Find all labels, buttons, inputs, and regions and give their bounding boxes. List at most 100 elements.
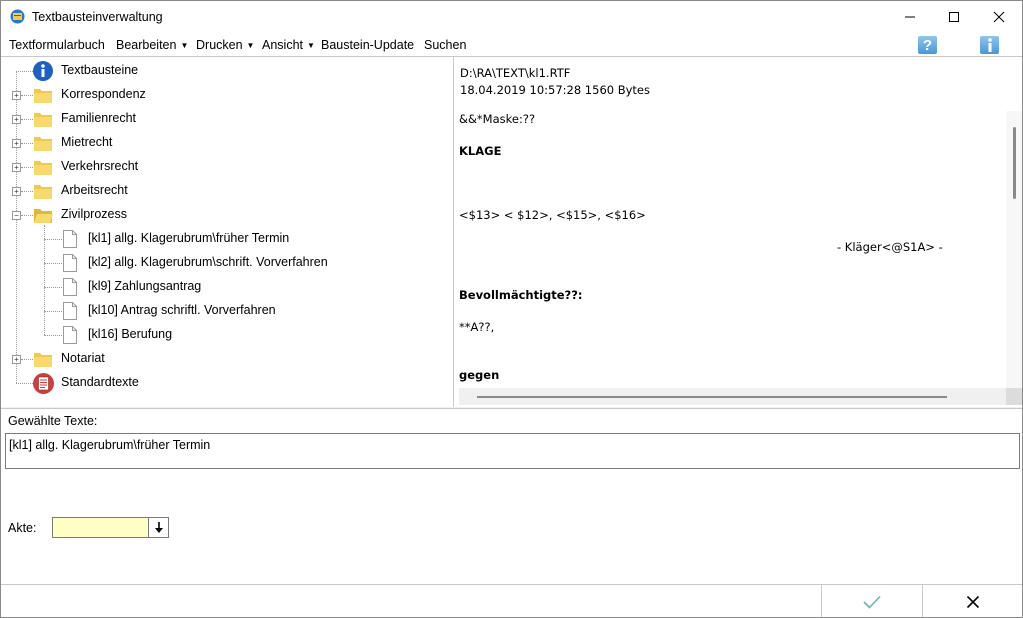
info-icon xyxy=(33,61,53,81)
akte-label: Akte: xyxy=(8,521,37,535)
menu-bar: Textformularbuch Bearbeiten ▼ Drucken ▼ An… xyxy=(1,33,1022,57)
tree-item-label: [kl10] Antrag schriftl. Vorverfahren xyxy=(88,303,276,317)
tree-connector xyxy=(21,143,33,144)
open-folder-icon xyxy=(34,209,53,223)
akte-input[interactable] xyxy=(52,517,149,538)
tree-item-mietrecht[interactable]: + Mietrecht xyxy=(1,132,453,154)
tree-item-kl10[interactable]: [kl10] Antrag schriftl. Vorverfahren xyxy=(1,300,453,322)
document-icon xyxy=(63,278,77,296)
preview-vertical-scroll-thumb[interactable] xyxy=(1013,127,1016,199)
tree-item-kl9[interactable]: [kl9] Zahlungsantrag xyxy=(1,276,453,298)
menu-baustein-update[interactable]: Baustein-Update xyxy=(321,38,414,52)
ok-button[interactable] xyxy=(821,585,922,617)
info-icon[interactable] xyxy=(980,36,999,54)
tree-connector xyxy=(21,359,33,360)
tree-connector xyxy=(44,311,62,312)
preview-horizontal-scroll-thumb[interactable] xyxy=(477,396,947,398)
preview-horizontal-scrollbar[interactable] xyxy=(459,388,1006,405)
document-icon xyxy=(63,326,77,344)
tree-item-label: Familienrecht xyxy=(61,111,137,125)
close-window-button[interactable] xyxy=(976,1,1022,33)
expand-icon[interactable]: + xyxy=(12,355,21,364)
folder-icon xyxy=(34,353,52,367)
dropdown-arrow-icon: ▼ xyxy=(246,41,255,50)
menu-suchen[interactable]: Suchen xyxy=(424,38,466,52)
selected-text-item[interactable]: [kl1] allg. Klagerubrum\früher Termin xyxy=(9,438,210,452)
minimize-icon xyxy=(905,16,915,18)
expand-icon[interactable]: + xyxy=(12,187,21,196)
app-window: Textbausteinverwaltung Textformularbuch … xyxy=(0,0,1023,618)
preview-line: gegen xyxy=(459,368,500,382)
tree-item-label: [kl9] Zahlungsantrag xyxy=(88,279,202,293)
folder-icon xyxy=(34,185,52,199)
tree-connector xyxy=(21,95,33,96)
tree-connector xyxy=(21,191,33,192)
tree-connector xyxy=(21,119,33,120)
arrow-down-icon xyxy=(154,522,163,533)
tree-item-label: [kl1] allg. Klagerubrum\früher Termin xyxy=(88,231,290,245)
tree-item-label: Textbausteine xyxy=(61,63,139,77)
maximize-button[interactable] xyxy=(931,1,977,33)
help-icon[interactable]: ? xyxy=(918,36,937,54)
selected-texts-box[interactable]: [kl1] allg. Klagerubrum\früher Termin xyxy=(5,433,1020,469)
tree-item-label: Standardtexte xyxy=(61,375,139,389)
selection-panel: Gewählte Texte: [kl1] allg. Klagerubrum\… xyxy=(1,408,1022,585)
close-icon xyxy=(966,595,980,608)
expand-icon[interactable]: + xyxy=(12,139,21,148)
standard-texts-icon xyxy=(33,373,54,394)
text-preview-pane[interactable]: D:\RA\TEXT\kl1.RTF 18.04.2019 10:57:28 1… xyxy=(454,57,1022,407)
menu-drucken[interactable]: Drucken ▼ xyxy=(196,38,254,52)
preview-line: Bevollmächtigte??: xyxy=(459,288,583,302)
document-icon xyxy=(63,230,77,248)
tree-connector xyxy=(21,167,33,168)
tree-item-label: Zivilprozess xyxy=(61,207,127,221)
tree-item-korrespondenz[interactable]: + Korrespondenz xyxy=(1,84,453,106)
collapse-icon[interactable]: − xyxy=(12,211,21,220)
tree-item-notariat[interactable]: + Notariat xyxy=(1,348,453,370)
close-icon xyxy=(993,11,1005,23)
folder-icon xyxy=(34,161,52,175)
expand-icon[interactable]: + xyxy=(12,115,21,124)
maximize-icon xyxy=(949,12,959,22)
dropdown-arrow-icon: ▼ xyxy=(307,41,315,50)
tree-item-label: [kl16] Berufung xyxy=(88,327,173,341)
folder-icon xyxy=(34,113,52,127)
window-title: Textbausteinverwaltung xyxy=(32,10,163,24)
tree-item-kl1[interactable]: [kl1] allg. Klagerubrum\früher Termin xyxy=(1,228,453,250)
check-icon xyxy=(863,595,881,609)
expand-icon[interactable]: + xyxy=(12,91,21,100)
tree-item-label: Verkehrsrecht xyxy=(61,159,139,173)
menu-textformularbuch[interactable]: Textformularbuch xyxy=(9,38,105,52)
preview-file-path: D:\RA\TEXT\kl1.RTF xyxy=(460,66,571,80)
minimize-button[interactable] xyxy=(887,1,933,33)
cancel-button[interactable] xyxy=(922,585,1022,617)
tree-item-verkehrsrecht[interactable]: + Verkehrsrecht xyxy=(1,156,453,178)
dropdown-arrow-icon: ▼ xyxy=(180,41,189,50)
tree-connector xyxy=(44,239,62,240)
tree-item-familienrecht[interactable]: + Familienrecht xyxy=(1,108,453,130)
document-icon xyxy=(63,254,77,272)
dialog-footer xyxy=(1,584,1022,617)
tree-item-kl2[interactable]: [kl2] allg. Klagerubrum\schrift. Vorverf… xyxy=(1,252,453,274)
tree-connector xyxy=(44,335,62,336)
tree-item-standardtexte[interactable]: Standardtexte xyxy=(1,372,453,394)
text-module-tree[interactable]: Textbausteine + Korrespondenz + Familien… xyxy=(1,57,454,407)
expand-icon[interactable]: + xyxy=(12,163,21,172)
preview-file-meta: 18.04.2019 10:57:28 1560 Bytes xyxy=(460,83,650,97)
folder-icon xyxy=(34,89,52,103)
akte-dropdown-button[interactable] xyxy=(148,517,169,538)
app-logo-icon xyxy=(10,9,25,24)
title-bar: Textbausteinverwaltung xyxy=(1,1,1022,33)
tree-item-textbausteine[interactable]: Textbausteine xyxy=(1,60,453,82)
menu-ansicht[interactable]: Ansicht ▼ xyxy=(262,38,315,52)
folder-icon xyxy=(34,137,52,151)
tree-item-label: Notariat xyxy=(61,351,105,365)
tree-item-zivilprozess[interactable]: − Zivilprozess xyxy=(1,204,453,226)
tree-item-kl16[interactable]: [kl16] Berufung xyxy=(1,324,453,346)
menu-bearbeiten[interactable]: Bearbeiten ▼ xyxy=(116,38,188,52)
tree-item-arbeitsrecht[interactable]: + Arbeitsrecht xyxy=(1,180,453,202)
tree-item-label: Arbeitsrecht xyxy=(61,183,128,197)
tree-item-label: [kl2] allg. Klagerubrum\schrift. Vorverf… xyxy=(88,255,328,269)
document-icon xyxy=(63,302,77,320)
tree-connector xyxy=(21,215,33,216)
